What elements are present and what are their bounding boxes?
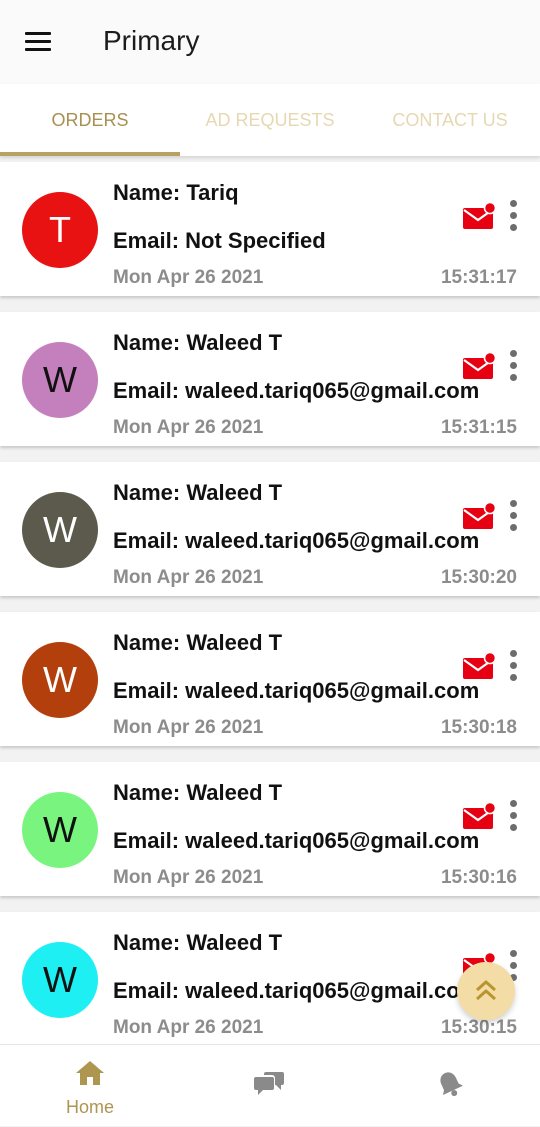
tab-ad-requests[interactable]: AD REQUESTS [180, 84, 360, 156]
chat-icon [254, 1072, 284, 1095]
message-date: Mon Apr 26 2021 [113, 867, 264, 888]
tab-bar: ORDERS AD REQUESTS CONTACT US [0, 84, 540, 156]
more-vertical-icon[interactable] [505, 198, 523, 234]
active-tab-indicator [0, 152, 180, 156]
sender-name: Name: Waleed T [113, 930, 283, 955]
avatar: T [22, 192, 98, 268]
message-list[interactable]: T Name: Tariq Email: Not Specified Mon A… [0, 162, 540, 1044]
list-item[interactable]: W Name: Waleed T Email: waleed.tariq065@… [0, 612, 540, 746]
more-vertical-icon[interactable] [505, 648, 523, 684]
sender-email: Email: waleed.tariq065@gmail.com [113, 528, 480, 553]
unread-mail-icon[interactable] [462, 202, 496, 230]
unread-mail-icon[interactable] [462, 502, 496, 530]
message-date: Mon Apr 26 2021 [113, 417, 264, 438]
avatar: W [22, 492, 98, 568]
unread-mail-icon[interactable] [462, 802, 496, 830]
unread-mail-icon[interactable] [462, 352, 496, 380]
avatar: W [22, 942, 98, 1018]
list-item[interactable]: W Name: Waleed T Email: waleed.tariq065@… [0, 462, 540, 596]
list-item[interactable]: W Name: Waleed T Email: waleed.tariq065@… [0, 762, 540, 896]
message-date: Mon Apr 26 2021 [113, 267, 264, 288]
page-title: Primary [103, 25, 200, 56]
app-bar: Primary [0, 0, 540, 84]
avatar: W [22, 342, 98, 418]
list-item[interactable]: W Name: Waleed T Email: waleed.tariq065@… [0, 312, 540, 446]
sender-name: Name: Waleed T [113, 330, 283, 355]
sender-email: Email: waleed.tariq065@gmail.com [113, 978, 480, 1003]
more-vertical-icon[interactable] [505, 498, 523, 534]
sender-name: Name: Tariq [113, 180, 239, 205]
message-date: Mon Apr 26 2021 [113, 1017, 264, 1038]
bell-icon [440, 1072, 463, 1097]
nav-home-label: Home [65, 1097, 114, 1117]
sender-name: Name: Waleed T [113, 630, 283, 655]
message-time: 15:31:17 [440, 267, 517, 288]
tab-orders[interactable]: ORDERS [0, 84, 180, 156]
message-time: 15:30:15 [440, 1017, 517, 1038]
sender-email: Email: waleed.tariq065@gmail.com [113, 828, 480, 853]
message-time: 15:30:16 [440, 867, 517, 888]
nav-home[interactable]: Home [0, 1045, 180, 1127]
double-chevron-up-icon [476, 980, 496, 1001]
scroll-to-top-button[interactable] [457, 962, 515, 1020]
sender-email: Email: Not Specified [113, 228, 326, 253]
more-vertical-icon[interactable] [505, 348, 523, 384]
message-date: Mon Apr 26 2021 [113, 717, 264, 738]
message-date: Mon Apr 26 2021 [113, 567, 264, 588]
sender-email: Email: waleed.tariq065@gmail.com [113, 378, 480, 403]
tab-contact-us[interactable]: CONTACT US [360, 84, 540, 156]
avatar: W [22, 792, 98, 868]
unread-mail-icon[interactable] [462, 652, 496, 680]
message-time: 15:31:15 [440, 417, 517, 438]
more-vertical-icon[interactable] [505, 798, 523, 834]
hamburger-menu-icon[interactable] [22, 28, 56, 56]
list-item[interactable]: T Name: Tariq Email: Not Specified Mon A… [0, 162, 540, 296]
avatar: W [22, 642, 98, 718]
sender-name: Name: Waleed T [113, 780, 283, 805]
bottom-navigation: Home [0, 1044, 540, 1126]
sender-name: Name: Waleed T [113, 480, 283, 505]
sender-email: Email: waleed.tariq065@gmail.com [113, 678, 480, 703]
home-icon [76, 1061, 104, 1085]
message-time: 15:30:20 [440, 567, 517, 588]
message-time: 15:30:18 [440, 717, 517, 738]
nav-messages[interactable] [180, 1045, 360, 1127]
nav-notifications[interactable] [360, 1045, 540, 1127]
